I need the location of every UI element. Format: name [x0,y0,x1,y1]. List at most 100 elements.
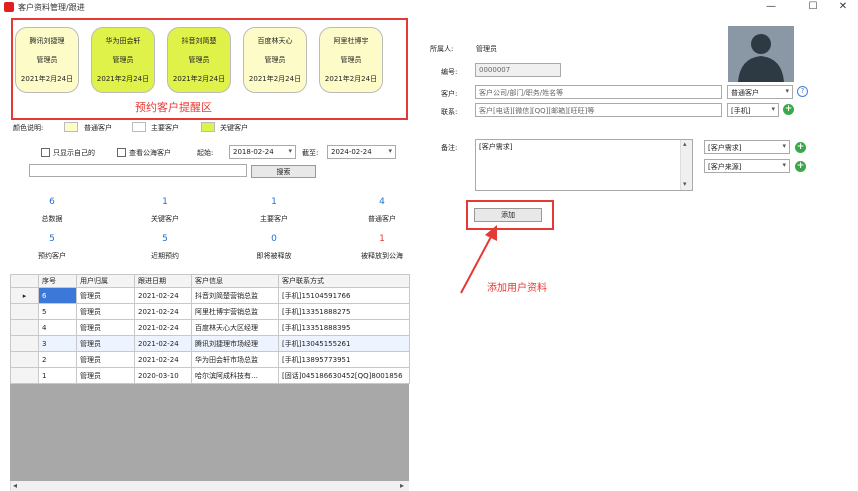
column-header[interactable]: 跟进日期 [134,274,192,288]
column-header[interactable]: 用户归属 [76,274,135,288]
reserved-customer-card[interactable]: 华为田会轩 管理员 2021年2月24日 [91,27,155,93]
table-cell[interactable]: 管理员 [76,351,135,368]
card-owner: 管理员 [340,56,362,64]
arrow-up-icon[interactable]: ▴ [683,140,687,148]
table-cell[interactable]: 1 [38,367,77,384]
only-mine-checkbox[interactable] [41,148,50,157]
person-silhouette-icon [738,34,784,82]
table-cell[interactable]: 管理员 [76,319,135,336]
table-cell[interactable]: 2020-03-10 [134,367,192,384]
table-cell[interactable]: 管理员 [76,335,135,352]
contact-input[interactable]: 客户[电话][微信][QQ][邮箱][旺旺]等 [475,103,722,117]
minimize-button[interactable]: — [756,0,786,14]
customer-type-select[interactable]: 普通客户 ▾ [727,85,793,99]
view-public-checkbox[interactable] [117,148,126,157]
arrow-right-icon[interactable]: ▸ [400,481,404,490]
table-cell[interactable]: 6 [38,287,77,304]
row-header[interactable] [10,303,39,320]
table-cell[interactable]: 华为田会轩市场总监 [191,351,279,368]
card-date: 2021年2月24日 [20,75,74,83]
table-row[interactable]: 1 管理员 2020-03-10 哈尔滨阿成科技有… [固话]045186630452[… [10,367,410,384]
table-row[interactable]: ▸ 6 管理员 2021-02-24 抖音刘简楚营销总监 [手机]15104591766 [10,287,410,304]
arrow-down-icon[interactable]: ▾ [683,180,687,188]
table-cell[interactable]: 腾讯刘捷理市场经理 [191,335,279,352]
table-row[interactable]: 5 管理员 2021-02-24 阿里杜博宇营销总监 [手机]13351888275 [10,303,410,320]
table-cell[interactable]: 2021-02-24 [134,319,192,336]
reserved-customer-card[interactable]: 百度林天心 管理员 2021年2月24日 [243,27,307,93]
stat-label: 预约客户 [38,252,66,260]
customer-label: 客户: [441,90,458,98]
table-cell[interactable]: 管理员 [76,303,135,320]
search-button[interactable]: 搜索 [251,165,316,178]
row-header[interactable]: ▸ [10,287,39,304]
table-cell[interactable]: 2021-02-24 [134,303,192,320]
table-cell[interactable]: [固话]045186630452[QQ]8001856 [278,367,410,384]
avatar-photo[interactable] [728,26,794,82]
row-header[interactable] [10,351,39,368]
table-cell[interactable]: 2021-02-24 [134,335,192,352]
table-cell[interactable]: 百度林天心大区经理 [191,319,279,336]
card-name: 华为田会轩 [105,37,141,45]
chevron-down-icon: ▾ [782,142,786,150]
column-header[interactable]: 序号 [38,274,77,288]
table-cell[interactable]: 3 [38,335,77,352]
reserved-customer-card[interactable]: 腾讯刘捷理 管理员 2021年2月24日 [15,27,79,93]
search-input[interactable] [29,164,247,177]
table-cell[interactable]: 4 [38,319,77,336]
chevron-down-icon: ▾ [782,161,786,169]
table-cell[interactable]: 阿里杜博宇营销总监 [191,303,279,320]
add-button[interactable]: 添加 [474,208,542,222]
table-row[interactable]: 3 管理员 2021-02-24 腾讯刘捷理市场经理 [手机]13045155261 [10,335,410,352]
reserved-customer-card[interactable]: 抖音刘简楚 管理员 2021年2月24日 [167,27,231,93]
horizontal-scrollbar[interactable]: ◂ ▸ [10,481,409,491]
id-label: 编号: [441,68,458,76]
customer-type-value: 普通客户 [731,89,759,97]
source-type-value: [客户来源] [708,163,742,171]
row-header[interactable] [10,319,39,336]
add-need-type-icon[interactable]: + [795,142,806,153]
table-cell[interactable]: [手机]13351888275 [278,303,410,320]
reserved-customer-card[interactable]: 阿里杜博宇 管理员 2021年2月24日 [319,27,383,93]
row-pointer-icon: ▸ [22,291,27,300]
add-contact-type-icon[interactable]: + [783,104,794,115]
help-icon[interactable]: ? [797,86,808,97]
contact-type-select[interactable]: [手机] ▾ [727,103,779,117]
maximize-button[interactable]: ☐ [798,0,828,14]
column-header[interactable]: 客户联系方式 [278,274,410,288]
table-cell[interactable]: 2021-02-24 [134,351,192,368]
card-owner: 管理员 [188,56,210,64]
table-cell[interactable]: 抖音刘简楚营销总监 [191,287,279,304]
card-date: 2021年2月24日 [324,75,378,83]
table-cell[interactable]: [手机]15104591766 [278,287,410,304]
from-date-picker[interactable]: 2018-02-24 ▾ [229,145,296,159]
table-cell[interactable]: 管理员 [76,367,135,384]
source-type-select[interactable]: [客户来源] ▾ [704,159,790,173]
owner-value: 管理员 [476,45,497,53]
stat-value: 1 [162,197,168,207]
table-cell[interactable]: [手机]13895773951 [278,351,410,368]
row-header[interactable] [10,335,39,352]
table-row[interactable]: 2 管理员 2021-02-24 华为田会轩市场总监 [手机]13895773951 [10,351,410,368]
from-date-value: 2018-02-24 [233,148,274,156]
title-bar: 客户资料管理/跟进 — ☐ ✕ [0,0,858,14]
note-textarea[interactable]: [客户需求] [475,139,693,191]
table-cell[interactable]: 5 [38,303,77,320]
table-row[interactable]: 4 管理员 2021-02-24 百度林天心大区经理 [手机]13351888395 [10,319,410,336]
table-cell[interactable]: 哈尔滨阿成科技有… [191,367,279,384]
add-source-type-icon[interactable]: + [795,161,806,172]
need-type-select[interactable]: [客户需求] ▾ [704,140,790,154]
column-header[interactable]: 客户信息 [191,274,279,288]
chevron-down-icon: ▾ [771,105,775,113]
note-scrollbar[interactable]: ▴ ▾ [680,140,692,190]
table-cell[interactable]: 2 [38,351,77,368]
table-cell[interactable]: [手机]13045155261 [278,335,410,352]
to-date-picker[interactable]: 2024-02-24 ▾ [327,145,396,159]
row-header[interactable] [10,367,39,384]
table-cell[interactable]: 管理员 [76,287,135,304]
table-cell[interactable]: 2021-02-24 [134,287,192,304]
close-button[interactable]: ✕ [828,0,858,14]
app-icon [4,2,14,12]
customer-input[interactable]: 客户公司/部门/职务/姓名等 [475,85,722,99]
table-cell[interactable]: [手机]13351888395 [278,319,410,336]
arrow-left-icon[interactable]: ◂ [13,481,17,490]
